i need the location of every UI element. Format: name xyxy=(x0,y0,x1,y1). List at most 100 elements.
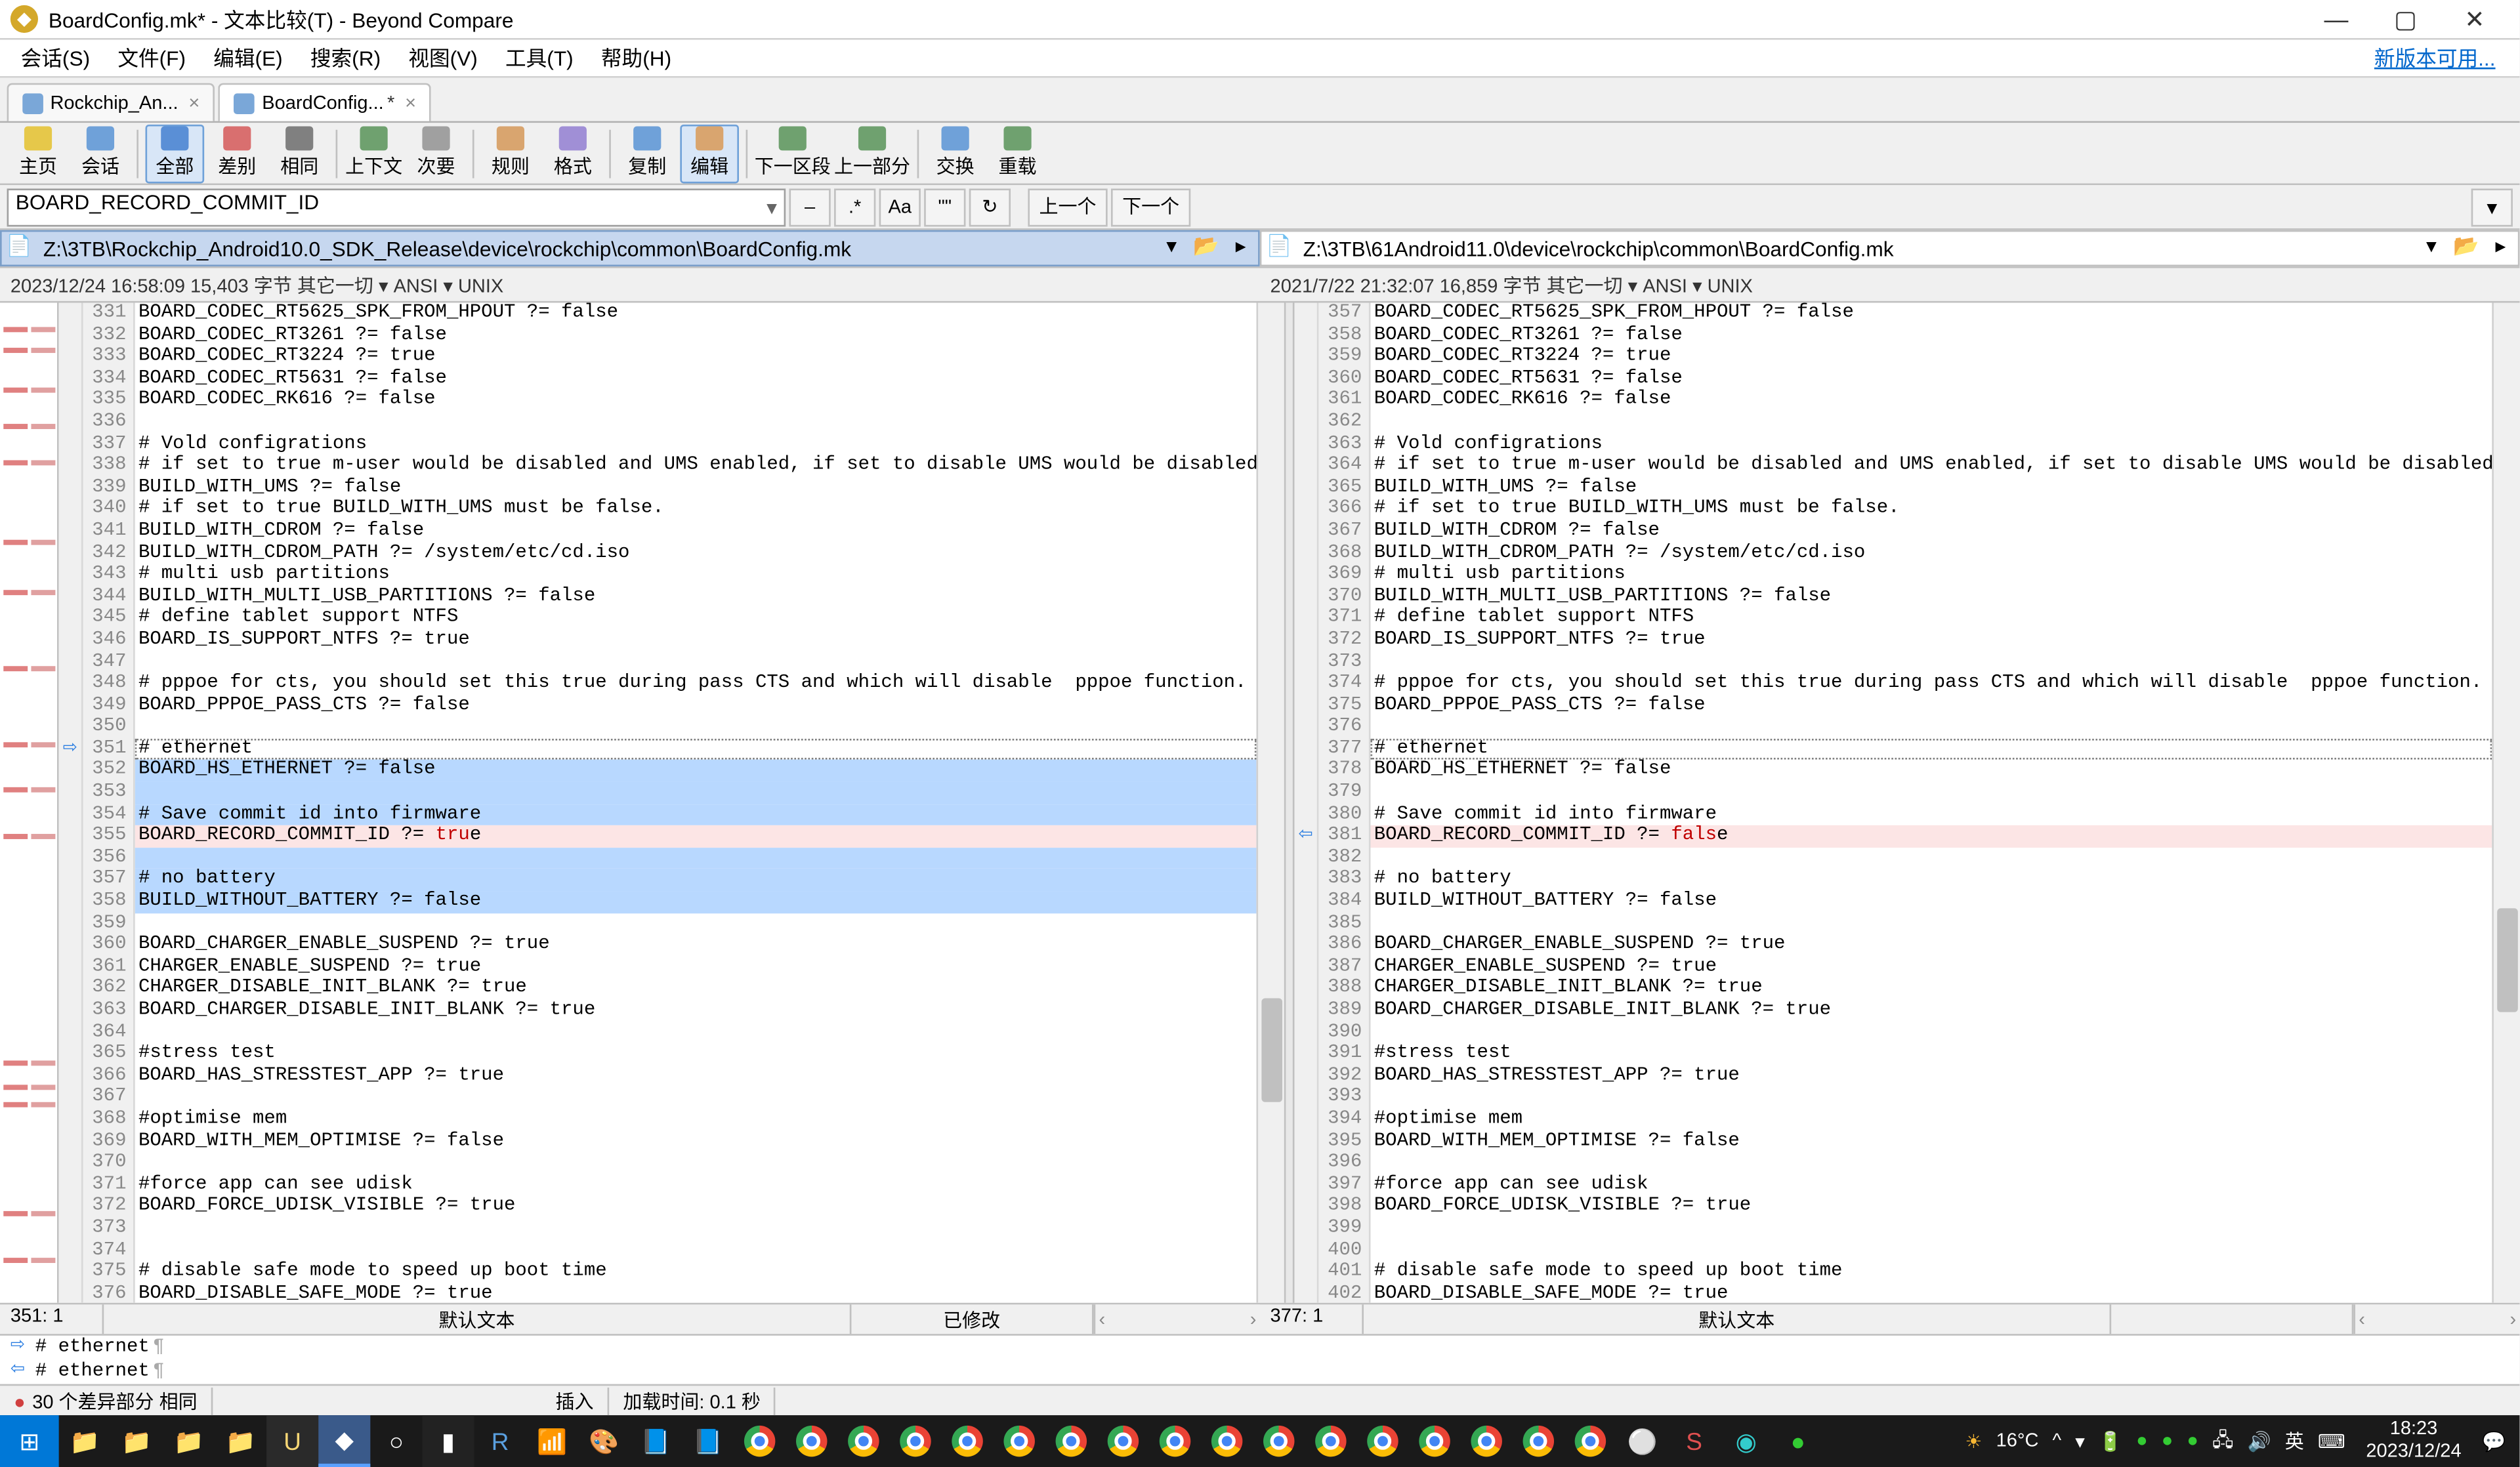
code-line[interactable]: #stress test xyxy=(135,1044,1257,1065)
code-line[interactable]: BUILD_WITH_CDROM_PATH ?= /system/etc/cd.… xyxy=(1371,543,2492,564)
code-line[interactable]: BOARD_DISABLE_SAFE_MODE ?= true xyxy=(135,1283,1257,1303)
left-path-input[interactable] xyxy=(36,236,1154,260)
explorer-icon[interactable]: 📁 xyxy=(215,1415,266,1467)
code-line[interactable]: BOARD_RECORD_COMMIT_ID ?= true xyxy=(135,826,1257,848)
toolbar-上下文[interactable]: 上下文 xyxy=(345,124,404,183)
code-line[interactable]: BOARD_CODEC_RT5631 ?= false xyxy=(1371,368,2492,390)
code-line[interactable] xyxy=(1371,1218,2492,1239)
search-input[interactable]: ▾ xyxy=(7,188,786,226)
code-line[interactable] xyxy=(135,1087,1257,1109)
network-icon[interactable]: 🖧 xyxy=(2212,1425,2233,1458)
menu-item[interactable]: 编辑(E) xyxy=(200,40,297,76)
code-line[interactable]: # multi usb partitions xyxy=(1371,564,2492,586)
chrome-icon[interactable] xyxy=(942,1415,994,1467)
left-code[interactable]: BOARD_CODEC_RT5625_SPK_FROM_HPOUT ?= fal… xyxy=(135,302,1257,1302)
chrome-icon[interactable] xyxy=(1045,1415,1097,1467)
left-path-dropdown[interactable]: ▾ xyxy=(1156,233,1187,264)
code-line[interactable]: # ethernet xyxy=(1371,739,2492,760)
edge-icon[interactable]: ◉ xyxy=(1720,1415,1772,1467)
toolbar-重载[interactable]: 重载 xyxy=(988,124,1047,183)
notifications-icon[interactable]: 💬 xyxy=(2482,1430,2506,1452)
code-line[interactable] xyxy=(135,782,1257,804)
app-icon[interactable]: S xyxy=(1668,1415,1720,1467)
code-line[interactable] xyxy=(1371,412,2492,434)
left-browse-button[interactable]: 📂 xyxy=(1190,233,1221,264)
toolbar-会话[interactable]: 会话 xyxy=(71,124,130,183)
session-tab[interactable]: BoardConfig...*× xyxy=(219,83,431,121)
toolbar-交换[interactable]: 交换 xyxy=(926,124,985,183)
code-line[interactable]: BOARD_CHARGER_DISABLE_INIT_BLANK ?= true xyxy=(1371,1000,2492,1022)
code-line[interactable]: #optimise mem xyxy=(1371,1109,2492,1130)
toolbar-规则[interactable]: 规则 xyxy=(481,124,540,183)
code-line[interactable]: BOARD_WITH_MEM_OPTIMISE ?= false xyxy=(135,1130,1257,1152)
code-line[interactable]: BUILD_WITH_UMS ?= false xyxy=(1371,477,2492,499)
code-line[interactable] xyxy=(135,716,1257,738)
tray-icon[interactable]: ▾ xyxy=(2075,1430,2085,1452)
beyondcompare-icon[interactable]: ◆ xyxy=(318,1415,370,1467)
keyboard-icon[interactable]: ⌨ xyxy=(2318,1430,2345,1452)
app-icon[interactable]: U xyxy=(266,1415,318,1467)
code-line[interactable] xyxy=(1371,848,2492,869)
code-line[interactable]: # Vold configrations xyxy=(1371,434,2492,455)
toolbar-全部[interactable]: 全部 xyxy=(146,124,205,183)
toolbar-主页[interactable]: 主页 xyxy=(9,124,68,183)
search-nav-button[interactable]: 下一个 xyxy=(1111,188,1190,226)
code-line[interactable]: BUILD_WITH_MULTI_USB_PARTITIONS ?= false xyxy=(135,586,1257,608)
code-line[interactable]: BOARD_WITH_MEM_OPTIMISE ?= false xyxy=(1371,1130,2492,1152)
tab-close-icon[interactable]: × xyxy=(405,93,416,114)
app-icon[interactable]: R xyxy=(474,1415,526,1467)
chrome-icon[interactable] xyxy=(994,1415,1045,1467)
code-line[interactable] xyxy=(135,913,1257,934)
toolbar-复制[interactable]: 复制 xyxy=(618,124,677,183)
menu-item[interactable]: 会话(S) xyxy=(7,40,104,76)
code-line[interactable]: #optimise mem xyxy=(135,1109,1257,1130)
code-line[interactable]: # pppoe for cts, you should set this tru… xyxy=(1371,673,2492,695)
code-line[interactable]: BOARD_DISABLE_SAFE_MODE ?= true xyxy=(1371,1283,2492,1303)
code-line[interactable] xyxy=(1371,782,2492,804)
code-line[interactable]: CHARGER_ENABLE_SUSPEND ?= true xyxy=(135,957,1257,978)
code-line[interactable]: # no battery xyxy=(1371,869,2492,891)
code-line[interactable]: # pppoe for cts, you should set this tru… xyxy=(135,673,1257,695)
update-link[interactable]: 新版本可用... xyxy=(2361,40,2513,76)
code-line[interactable]: CHARGER_DISABLE_INIT_BLANK ?= true xyxy=(1371,978,2492,1000)
toolbar-编辑[interactable]: 编辑 xyxy=(680,124,739,183)
code-line[interactable] xyxy=(135,1218,1257,1239)
chrome-icon[interactable] xyxy=(1253,1415,1305,1467)
code-line[interactable] xyxy=(135,412,1257,434)
app-icon[interactable]: 📶 xyxy=(526,1415,578,1467)
session-tab[interactable]: Rockchip_An...× xyxy=(7,83,216,121)
code-line[interactable]: CHARGER_ENABLE_SUSPEND ?= true xyxy=(1371,957,2492,978)
app-icon[interactable]: ○ xyxy=(370,1415,422,1467)
code-line[interactable]: BUILD_WITH_UMS ?= false xyxy=(135,477,1257,499)
toolbar-次要[interactable]: 次要 xyxy=(407,124,466,183)
ime-indicator[interactable]: 英 xyxy=(2285,1428,2304,1455)
wechat-icon[interactable]: ● xyxy=(1772,1415,1824,1467)
code-line[interactable] xyxy=(135,848,1257,869)
code-line[interactable]: BOARD_CODEC_RT3261 ?= false xyxy=(1371,325,2492,346)
app-icon[interactable]: ⚪ xyxy=(1616,1415,1668,1467)
code-line[interactable]: # ethernet xyxy=(135,739,1257,760)
toolbar-格式[interactable]: 格式 xyxy=(543,124,602,183)
menu-item[interactable]: 工具(T) xyxy=(492,40,587,76)
search-option-button[interactable]: .* xyxy=(834,188,875,226)
code-line[interactable]: BOARD_RECORD_COMMIT_ID ?= false xyxy=(1371,826,2492,848)
search-field[interactable] xyxy=(16,190,777,214)
code-line[interactable]: BOARD_CODEC_RT3224 ?= true xyxy=(135,346,1257,368)
code-line[interactable]: BUILD_WITHOUT_BATTERY ?= false xyxy=(135,891,1257,913)
code-line[interactable]: BOARD_HAS_STRESSTEST_APP ?= true xyxy=(135,1065,1257,1087)
system-tray[interactable]: ☀ 16°C ^ ▾ 🔋 ● ● ● 🖧 🔊 英 ⌨ 18:232023/12/… xyxy=(1958,1418,2520,1464)
chrome-icon[interactable] xyxy=(1409,1415,1461,1467)
code-line[interactable]: # multi usb partitions xyxy=(135,564,1257,586)
code-line[interactable]: # disable safe mode to speed up boot tim… xyxy=(135,1262,1257,1283)
code-line[interactable]: BOARD_FORCE_UDISK_VISIBLE ?= true xyxy=(135,1196,1257,1218)
code-line[interactable] xyxy=(1371,1022,2492,1043)
code-line[interactable] xyxy=(1371,913,2492,934)
code-line[interactable]: BOARD_CHARGER_ENABLE_SUSPEND ?= true xyxy=(1371,935,2492,957)
code-line[interactable] xyxy=(1371,716,2492,738)
code-line[interactable] xyxy=(135,1022,1257,1043)
code-line[interactable] xyxy=(135,1153,1257,1174)
windows-taskbar[interactable]: ⊞ 📁 📁 📁 📁 U ◆ ○ ▮ R 📶 🎨 📘 📘 ⚪ S ◉ ● ☀ 16… xyxy=(0,1415,2519,1467)
search-option-button[interactable]: – xyxy=(789,188,830,226)
toolbar-下一区段[interactable]: 下一区段 xyxy=(755,124,831,183)
code-line[interactable]: BOARD_CODEC_RT3261 ?= false xyxy=(135,325,1257,346)
